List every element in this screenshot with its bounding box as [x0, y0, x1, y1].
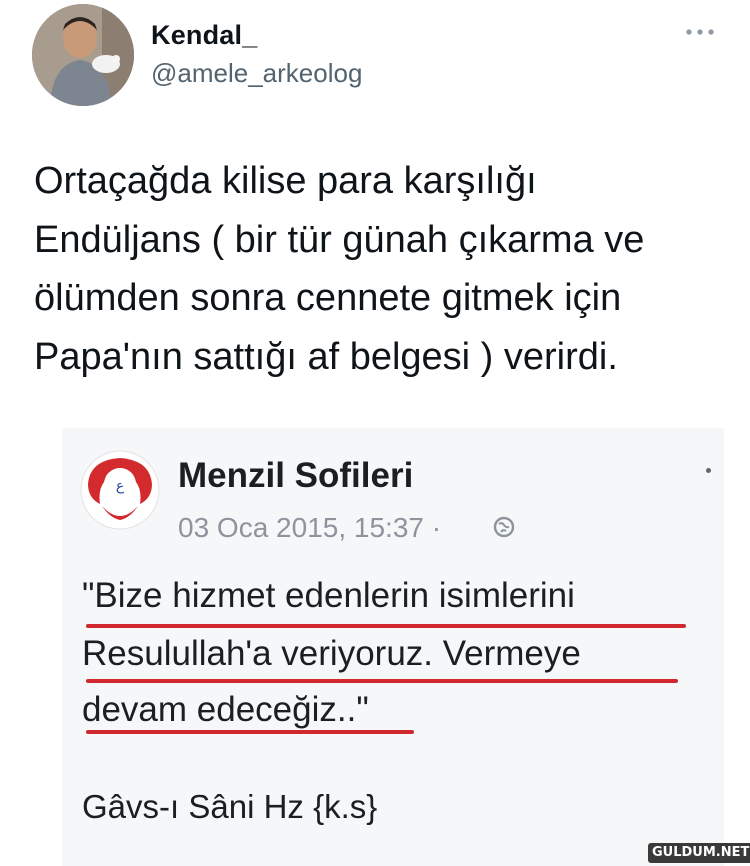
red-underline-1 — [86, 624, 686, 628]
author-avatar[interactable] — [32, 4, 134, 106]
avatar-photo — [32, 4, 134, 106]
author-handle[interactable]: @amele_arkeolog — [151, 58, 362, 89]
svg-text:ع: ع — [116, 478, 125, 494]
post-options-icon[interactable] — [706, 468, 711, 473]
watermark: GULDUM.NET — [648, 843, 750, 863]
tweet-text: Ortaçağda kilise para karşılığı Endüljan… — [34, 160, 645, 378]
author-name[interactable]: Kendal_ — [151, 20, 257, 51]
signature-text: Gâvs-ı Sâni Hz {k.s} — [82, 788, 378, 825]
quote-line-1: "Bize hizmet edenlerin isimlerini — [82, 576, 575, 615]
embedded-post-image[interactable]: ع Menzil Sofileri 03 Oca 2015, 15:37 · "… — [62, 428, 724, 866]
page-name: Menzil Sofileri — [178, 456, 414, 495]
quote-line-3: devam edeceğiz.." — [82, 690, 369, 729]
globe-icon — [492, 515, 516, 539]
post-date: 03 Oca 2015, 15:37 · — [178, 512, 442, 543]
red-underline-3 — [86, 730, 414, 734]
more-horizontal-icon[interactable] — [683, 22, 717, 42]
page-logo-icon: ع — [80, 450, 160, 530]
red-underline-2 — [86, 679, 678, 683]
quote-line-2: Resulullah'a veriyoruz. Vermeye — [82, 634, 581, 673]
